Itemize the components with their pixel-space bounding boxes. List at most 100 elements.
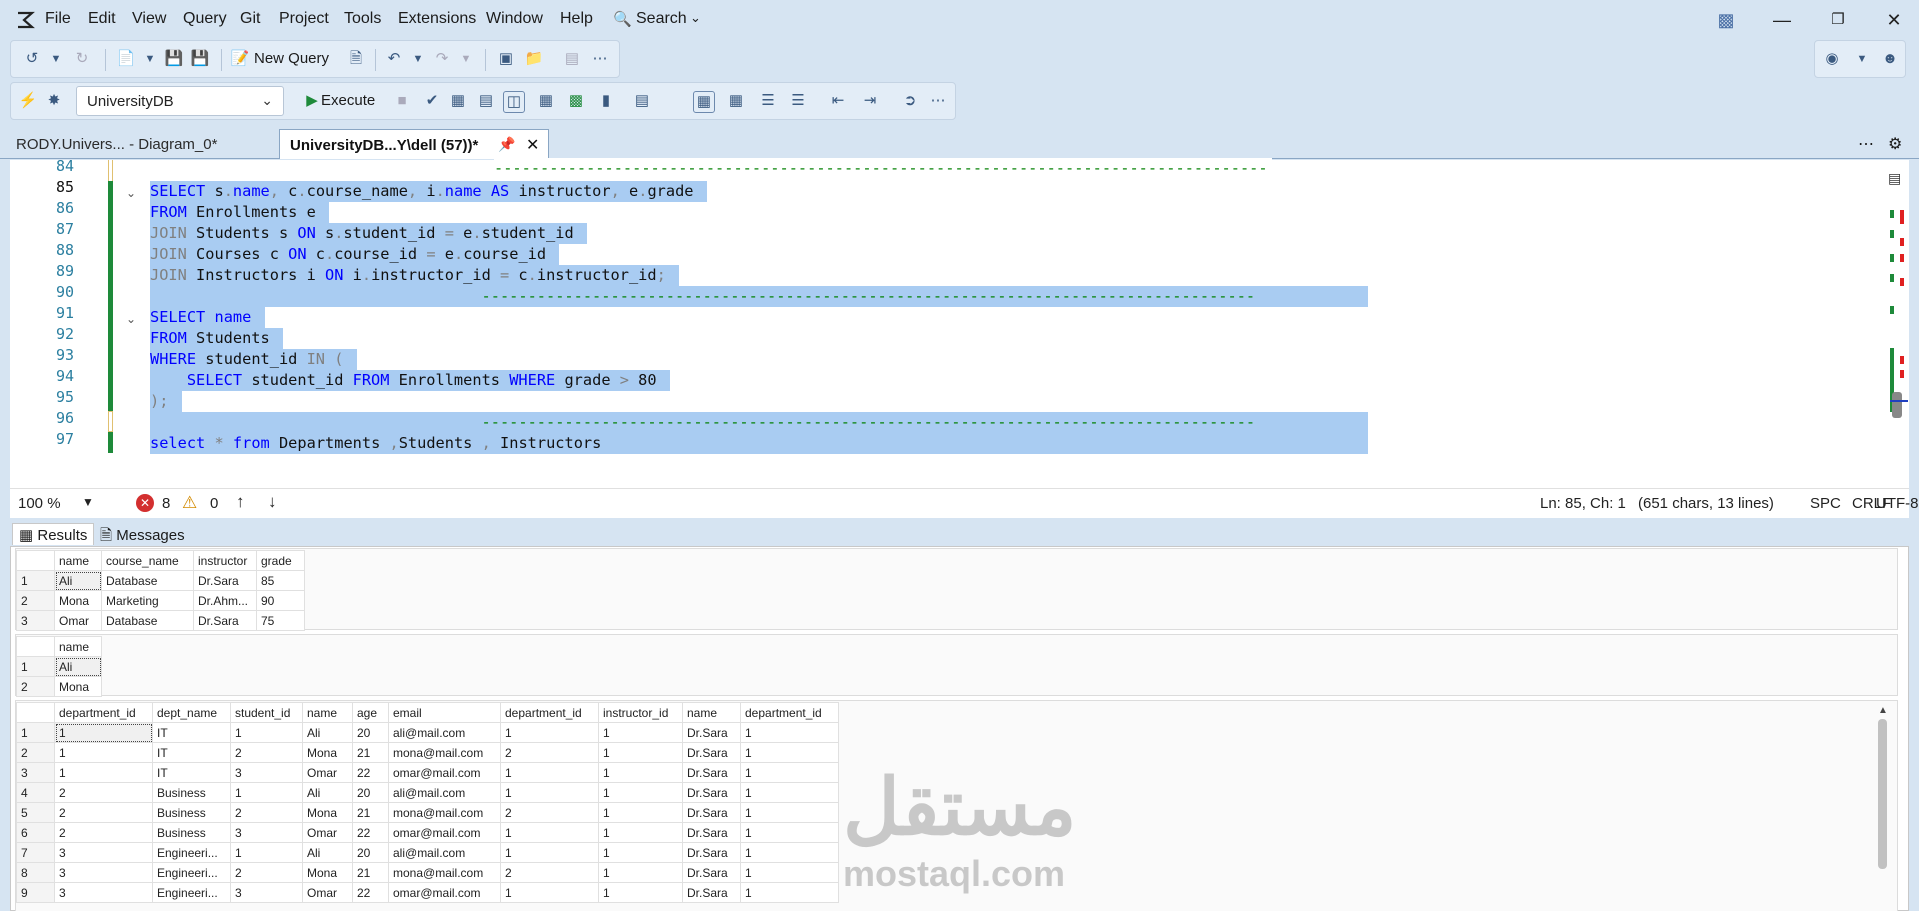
zoom-level[interactable]: 100 % (18, 495, 61, 512)
object-explorer-icon[interactable]: 📁 (523, 49, 545, 69)
row-number[interactable]: 3 (16, 762, 55, 783)
error-icon[interactable]: ✕ (136, 494, 154, 512)
table-cell[interactable]: Dr.Sara (193, 610, 257, 631)
table-cell[interactable]: Mona (302, 742, 353, 763)
table-cell[interactable]: 20 (352, 782, 389, 803)
indentation-mode[interactable]: SPC (1810, 495, 1841, 512)
menu-tools[interactable]: Tools (344, 10, 381, 28)
save-all-icon[interactable]: 💾 (189, 49, 211, 69)
results-to-file-icon[interactable]: ▦ (725, 91, 747, 111)
table-cell[interactable]: 21 (352, 802, 389, 823)
execute-icon[interactable]: ▶ (301, 91, 323, 111)
tab-messages[interactable]: 🗎 Messages (94, 523, 191, 545)
row-number[interactable]: 3 (16, 610, 55, 631)
column-header[interactable]: name (54, 550, 102, 571)
scroll-up-icon[interactable]: ▲ (1878, 705, 1888, 716)
table-cell[interactable]: Business (152, 802, 231, 823)
chevron-down-icon[interactable]: ▼ (139, 49, 161, 69)
table-cell[interactable]: 1 (740, 782, 839, 803)
row-number[interactable]: 1 (16, 570, 55, 591)
table-cell[interactable]: 1 (598, 842, 683, 863)
database-select[interactable]: UniversityDB ⌄ (76, 86, 284, 116)
row-number[interactable]: 2 (16, 676, 55, 697)
table-cell[interactable]: 2 (54, 802, 153, 823)
table-cell[interactable]: 1 (500, 722, 599, 743)
close-window-button[interactable]: ✕ (1874, 6, 1914, 34)
table-cell[interactable]: 1 (598, 722, 683, 743)
row-number[interactable]: 1 (16, 656, 55, 677)
table-row[interactable]: 3 1 IT 3 Omar 22 omar@mail.com 1 1 Dr.Sara 1 (16, 762, 839, 783)
table-cell[interactable]: Engineeri... (152, 882, 231, 903)
column-header[interactable]: age (352, 702, 389, 723)
connect-icon[interactable]: ⚡ (17, 91, 39, 111)
table-cell[interactable]: 1 (598, 862, 683, 883)
table-cell[interactable]: Marketing (101, 590, 194, 611)
table-cell[interactable]: Business (152, 782, 231, 803)
stop-icon[interactable]: ■ (391, 91, 413, 111)
table-cell[interactable]: omar@mail.com (388, 762, 501, 783)
scroll-thumb[interactable] (1878, 719, 1887, 869)
column-header[interactable]: department_id (740, 702, 839, 723)
search-icon[interactable]: 🔍 (613, 10, 632, 28)
table-cell[interactable]: Database (101, 610, 194, 631)
forward-icon[interactable]: ↻ (71, 49, 93, 69)
table-cell[interactable]: mona@mail.com (388, 742, 501, 763)
table-cell[interactable]: Dr.Sara (682, 762, 741, 783)
table-cell[interactable]: 1 (598, 822, 683, 843)
menu-edit[interactable]: Edit (88, 10, 116, 28)
table-cell[interactable]: Ali (302, 722, 353, 743)
table-cell[interactable]: 2 (500, 802, 599, 823)
table-cell[interactable]: 1 (500, 822, 599, 843)
table-cell[interactable]: 3 (54, 862, 153, 883)
table-cell[interactable]: Engineeri... (152, 842, 231, 863)
table-cell[interactable]: Ali (302, 842, 353, 863)
column-header[interactable]: name (682, 702, 741, 723)
parse-checkmark-icon[interactable]: ✔ (421, 91, 443, 111)
row-number[interactable]: 1 (16, 722, 55, 743)
row-number[interactable]: 2 (16, 742, 55, 763)
tab-overflow-icon[interactable]: ⋯ (1858, 134, 1874, 154)
more-options-icon[interactable]: ⋯ (927, 91, 949, 111)
table-cell[interactable]: 2 (500, 742, 599, 763)
chevron-down-icon[interactable]: ▼ (82, 495, 94, 509)
table-cell[interactable]: Dr.Sara (682, 782, 741, 803)
copilot-icon[interactable]: ◉ (1821, 49, 1843, 69)
table-cell[interactable]: 21 (352, 862, 389, 883)
new-query-icon[interactable]: 📝 (229, 49, 251, 69)
menu-extensions[interactable]: Extensions (398, 10, 476, 28)
table-cell[interactable]: 20 (352, 842, 389, 863)
new-query-button[interactable]: New Query (254, 50, 329, 67)
menu-window[interactable]: Window (486, 10, 543, 28)
table-cell[interactable]: ali@mail.com (388, 782, 501, 803)
tab-results[interactable]: ▦ Results (12, 523, 95, 545)
table-cell[interactable]: 1 (54, 762, 153, 783)
execute-button[interactable]: Execute (321, 92, 375, 109)
back-icon[interactable]: ↺ (21, 49, 43, 69)
tab-query[interactable]: UniversityDB...Y\dell (57))* 📌 ✕ (279, 129, 549, 159)
table-cell[interactable]: Dr.Sara (193, 570, 257, 591)
table-cell[interactable]: IT (152, 722, 231, 743)
column-header[interactable]: student_id (230, 702, 303, 723)
activity-monitor-icon[interactable]: ▣ (495, 49, 517, 69)
query-designer-icon[interactable]: ▤ (475, 91, 497, 111)
fold-toggle-icon[interactable]: ⌄ (126, 312, 136, 326)
account-icon[interactable]: ☻ (1879, 49, 1901, 69)
increase-indent-icon[interactable]: ⇥ (859, 91, 881, 111)
table-cell[interactable]: 1 (54, 742, 153, 763)
table-cell[interactable]: Dr.Sara (682, 802, 741, 823)
column-header[interactable]: name (302, 702, 353, 723)
table-row[interactable]: 7 3 Engineeri... 1 Ali 20 ali@mail.com 1 1 Dr.Sar… (16, 842, 839, 863)
query-options-icon[interactable]: 🗎 (345, 49, 367, 69)
table-cell[interactable]: 2 (500, 862, 599, 883)
column-header[interactable]: email (388, 702, 501, 723)
table-cell[interactable]: ali@mail.com (388, 722, 501, 743)
table-cell[interactable]: omar@mail.com (388, 882, 501, 903)
gear-icon[interactable]: ⚙ (1888, 134, 1902, 154)
table-cell[interactable]: Dr.Sara (682, 882, 741, 903)
menu-file[interactable]: File (45, 10, 71, 28)
table-cell[interactable]: Dr.Sara (682, 862, 741, 883)
tab-diagram[interactable]: RODY.Univers... - Diagram_0* (6, 129, 276, 159)
result-grid-1[interactable]: name course_name instructor grade 1 Ali Databa… (15, 548, 1898, 631)
minimize-button[interactable]: — (1762, 6, 1802, 34)
table-cell[interactable]: IT (152, 762, 231, 783)
